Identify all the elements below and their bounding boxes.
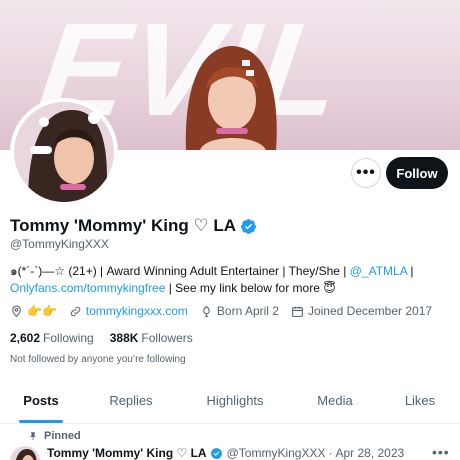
- link-icon: [70, 306, 81, 316]
- following-count-link[interactable]: 2,602 Following: [10, 331, 94, 345]
- followers-label: Followers: [141, 331, 193, 345]
- joined-item: Joined December 2017: [291, 304, 432, 318]
- birthday-icon: [203, 305, 210, 317]
- following-count: 2,602: [10, 331, 41, 345]
- more-options-button[interactable]: •••: [351, 158, 381, 188]
- tweet-more-button[interactable]: •••: [432, 444, 450, 460]
- location-item: 👉👉: [10, 304, 57, 318]
- tab-media[interactable]: Media: [290, 378, 380, 423]
- tab-label: Highlights: [206, 393, 264, 408]
- profile-handle: @TommyKingXXX: [10, 237, 109, 251]
- bio-mention-link[interactable]: @_ATMLA: [350, 264, 407, 278]
- tab-likes[interactable]: Likes: [380, 378, 460, 423]
- followers-count-link[interactable]: 388K Followers: [110, 331, 193, 345]
- tweet-handle-date: @TommyKingXXX · Apr 28, 2023: [226, 446, 405, 460]
- tab-label: Media: [317, 393, 353, 408]
- bio-separator: |: [407, 264, 414, 278]
- website-link[interactable]: tommykingxxx.com: [86, 304, 188, 318]
- profile-tabs: Posts Replies Highlights Media Likes: [0, 378, 460, 424]
- bio-suffix: | See my link below for more 😇: [165, 281, 336, 295]
- not-followed-notice: Not followed by anyone you’re following: [10, 354, 186, 365]
- tab-label: Posts: [23, 393, 59, 408]
- tab-highlights[interactable]: Highlights: [180, 378, 290, 423]
- birthday-text: Born April 2: [216, 304, 279, 318]
- tab-posts[interactable]: Posts: [0, 378, 82, 423]
- tweet-avatar[interactable]: [10, 446, 40, 460]
- active-tab-indicator: [19, 420, 63, 423]
- tweet-author-name[interactable]: Tommy 'Mommy' King ♡ LA: [47, 446, 207, 460]
- verified-icon: [210, 447, 222, 459]
- follow-counts: 2,602 Following 388K Followers: [10, 331, 209, 345]
- tab-replies[interactable]: Replies: [82, 378, 180, 423]
- display-name: Tommy 'Mommy' King ♡ LA: [10, 216, 237, 235]
- profile-avatar[interactable]: [10, 98, 118, 206]
- profile-name-row: Tommy 'Mommy' King ♡ LA: [10, 216, 257, 236]
- bio-text: ๑(*´-`)—☆ (21+) | Award Winning Adult En…: [10, 264, 350, 278]
- joined-text: Joined December 2017: [307, 304, 433, 318]
- follow-button[interactable]: Follow: [386, 157, 448, 189]
- calendar-icon: [292, 306, 303, 317]
- verified-icon[interactable]: [240, 218, 257, 235]
- bio-onlyfans-link[interactable]: Onlyfans.com/tommykingfree: [10, 281, 165, 295]
- website-item[interactable]: tommykingxxx.com: [69, 304, 188, 318]
- location-icon: [12, 305, 21, 317]
- profile-meta: 👉👉 tommykingxxx.com Born April 2 Joined …: [10, 304, 444, 318]
- location-text: 👉👉: [27, 304, 57, 318]
- banner-person-image: [185, 46, 277, 150]
- tab-label: Likes: [404, 393, 436, 408]
- profile-bio: ๑(*´-`)—☆ (21+) | Award Winning Adult En…: [10, 263, 450, 297]
- tweet-avatar-image: [10, 446, 40, 460]
- birthday-item: Born April 2: [200, 304, 279, 318]
- tab-label: Replies: [109, 393, 153, 408]
- avatar-image: [14, 102, 114, 202]
- followers-count: 388K: [109, 331, 139, 345]
- pin-icon: [30, 432, 36, 441]
- pinned-label: Pinned: [44, 430, 81, 442]
- tweet-header: Tommy 'Mommy' King ♡ LA @TommyKingXXX · …: [47, 446, 404, 460]
- pinned-tweet[interactable]: Tommy 'Mommy' King ♡ LA @TommyKingXXX · …: [0, 444, 460, 460]
- pinned-indicator: Pinned: [28, 430, 81, 442]
- following-label: Following: [43, 331, 94, 345]
